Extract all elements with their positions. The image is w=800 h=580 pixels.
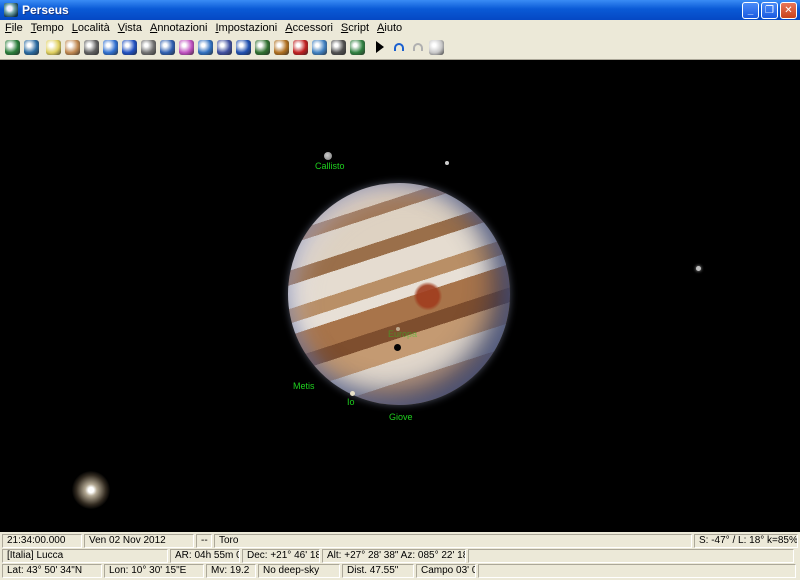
telescope-icon <box>84 39 99 55</box>
orbit-button[interactable] <box>120 38 139 57</box>
status-mv: Mv: 19.2 <box>206 564 256 578</box>
restore-icon: ❐ <box>765 4 774 16</box>
clock-icon <box>217 39 232 55</box>
globe-grid-button[interactable] <box>158 38 177 57</box>
comet-button[interactable] <box>101 38 120 57</box>
hand-button[interactable] <box>427 38 446 57</box>
moon-label-metis: Metis <box>293 381 315 391</box>
landscape-icon <box>255 39 270 55</box>
close-button[interactable]: ✕ <box>780 1 797 19</box>
printer-icon <box>331 39 346 55</box>
telescope-button[interactable] <box>82 38 101 57</box>
play-icon <box>375 41 384 53</box>
horizon-icon <box>236 39 251 55</box>
zoom-out-icon <box>24 39 39 55</box>
play-button[interactable] <box>370 38 389 57</box>
toolbar <box>0 35 800 60</box>
comet-icon <box>103 39 118 55</box>
window-title: Perseus <box>22 3 69 17</box>
pointer-arrow-button[interactable] <box>196 38 215 57</box>
pointer-arrow-icon <box>198 39 213 55</box>
star <box>696 266 701 271</box>
moon-io[interactable] <box>350 391 355 396</box>
status-lat: Lat: 43° 50' 34"N <box>2 564 102 578</box>
lock-target-button[interactable] <box>272 38 291 57</box>
satellite-icon <box>312 39 327 55</box>
app-icon <box>4 3 18 17</box>
settings-gear-button[interactable] <box>348 38 367 57</box>
status-altaz: Alt: +27° 28' 38" Az: 085° 22' 18" <box>322 549 466 563</box>
sky-view[interactable]: Callisto Europa Metis Io Giove <box>0 61 800 532</box>
orbit-icon <box>122 39 137 55</box>
menu-annotazioni[interactable]: Annotazioni <box>147 22 213 34</box>
status-constellation: Toro <box>214 534 692 548</box>
redo-icon <box>412 43 423 51</box>
status-dec: Dec: +21° 46' 18" <box>242 549 320 563</box>
menu-impostazioni[interactable]: Impostazioni <box>212 22 282 34</box>
moon-label-europa: Europa <box>388 329 418 339</box>
clock-button[interactable] <box>215 38 234 57</box>
status-dist: Dist. 47.55" <box>342 564 414 578</box>
settings-gear-icon <box>350 39 365 55</box>
title-bar[interactable]: Perseus _ ❐ ✕ <box>0 0 800 20</box>
moon-label-callisto: Callisto <box>315 161 345 171</box>
record-button[interactable] <box>291 38 310 57</box>
status-time: 21:34:00.000 <box>2 534 82 548</box>
redo-button[interactable] <box>408 38 427 57</box>
undo-icon <box>393 43 404 51</box>
undo-button[interactable] <box>389 38 408 57</box>
status-view: S: -47° / L: 18° k=85% <box>694 534 798 548</box>
menu-localita[interactable]: Località <box>69 22 115 34</box>
status-dash: -- <box>196 534 212 548</box>
status-date: Ven 02 Nov 2012 <box>84 534 194 548</box>
menu-file[interactable]: File <box>2 22 28 34</box>
meteor-icon <box>141 39 156 55</box>
horizon-button[interactable] <box>234 38 253 57</box>
zoom-in-button[interactable] <box>3 38 22 57</box>
status-lon: Lon: 10° 30' 15"E <box>104 564 204 578</box>
satellite-button[interactable] <box>310 38 329 57</box>
zoom-out-button[interactable] <box>22 38 41 57</box>
lock-target-icon <box>274 39 289 55</box>
moon-shadow <box>394 344 401 351</box>
menu-aiuto[interactable]: Aiuto <box>374 22 407 34</box>
status-location: [Italia] Lucca <box>2 549 168 563</box>
zoom-in-icon <box>5 39 20 55</box>
meteor-button[interactable] <box>139 38 158 57</box>
sky-view-button[interactable] <box>44 38 63 57</box>
planet-button[interactable] <box>63 38 82 57</box>
landscape-button[interactable] <box>253 38 272 57</box>
constellation-icon <box>179 39 194 55</box>
printer-button[interactable] <box>329 38 348 57</box>
planet-limb <box>288 183 510 405</box>
planet-label-jupiter: Giove <box>389 412 413 422</box>
menu-bar: File Tempo Località Vista Annotazioni Im… <box>0 20 800 35</box>
status-bar: 21:34:00.000 Ven 02 Nov 2012 -- Toro S: … <box>0 532 800 580</box>
menu-accessori[interactable]: Accessori <box>282 22 338 34</box>
menu-tempo[interactable]: Tempo <box>28 22 69 34</box>
planet-icon <box>65 39 80 55</box>
globe-grid-icon <box>160 39 175 55</box>
constellation-button[interactable] <box>177 38 196 57</box>
moon-callisto[interactable] <box>324 152 332 160</box>
close-icon: ✕ <box>784 4 793 16</box>
minimize-icon: _ <box>747 4 754 16</box>
maximize-button[interactable]: ❐ <box>761 1 778 19</box>
menu-script[interactable]: Script <box>338 22 374 34</box>
bright-star <box>72 471 110 509</box>
menu-vista[interactable]: Vista <box>115 22 147 34</box>
status-empty <box>468 549 794 563</box>
star <box>445 161 449 165</box>
hand-icon <box>429 39 444 55</box>
jupiter-disc[interactable] <box>288 183 510 405</box>
record-icon <box>293 39 308 55</box>
status-field: Campo 03' 00 <box>416 564 476 578</box>
status-deepsky: No deep-sky <box>258 564 340 578</box>
moon-label-io: Io <box>347 397 355 407</box>
minimize-button[interactable]: _ <box>742 1 759 19</box>
status-empty-2 <box>478 564 796 578</box>
status-ra: AR: 04h 55m 07s <box>170 549 240 563</box>
sky-view-icon <box>46 39 61 55</box>
